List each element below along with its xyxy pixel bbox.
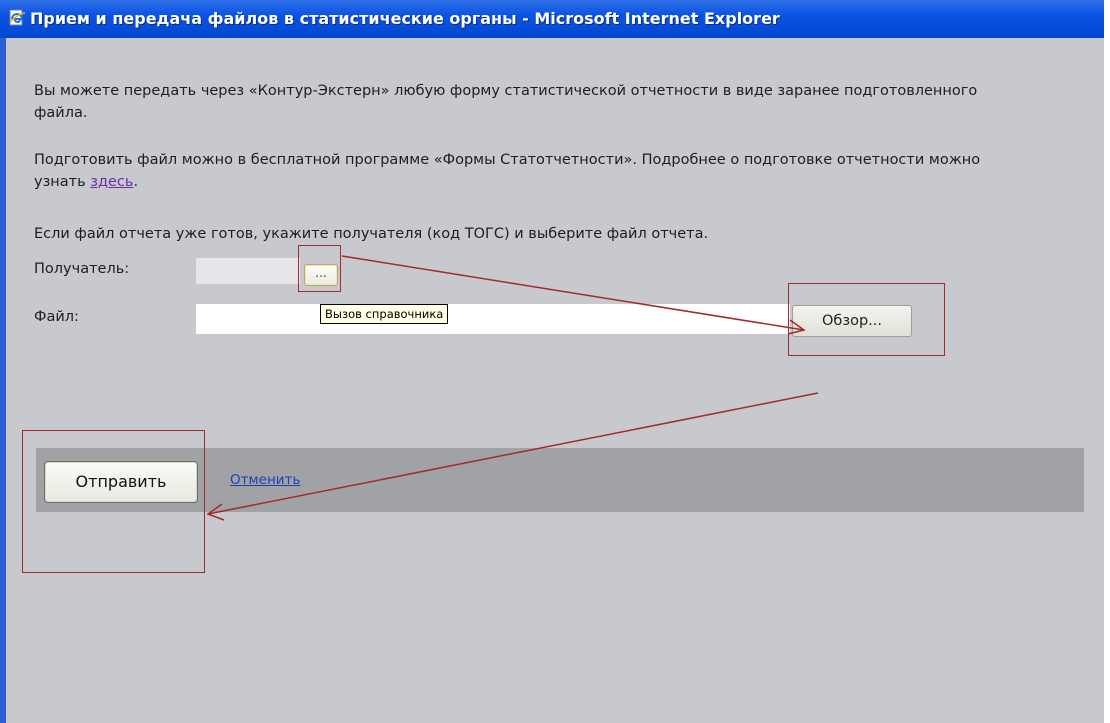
ie-page-icon [9, 9, 26, 26]
page-content [6, 38, 1104, 723]
annotation-box-browse [788, 283, 945, 356]
lookup-tooltip: Вызов справочника [320, 304, 449, 324]
annotation-box-submit [22, 430, 205, 573]
cancel-link[interactable]: Отменить [230, 472, 300, 488]
recipient-input[interactable] [196, 258, 300, 284]
title-bar[interactable]: Прием и передача файлов в статистические… [0, 0, 1104, 38]
prepare-file-text-end: . [133, 174, 139, 190]
file-input[interactable] [196, 304, 790, 334]
instruction-paragraph: Если файл отчета уже готов, укажите полу… [34, 226, 709, 242]
file-label: Файл: [34, 309, 79, 325]
intro-paragraph: Вы можете передать через «Контур-Экстерн… [34, 83, 978, 121]
recipient-label: Получатель: [34, 261, 130, 277]
annotation-box-lookup [298, 245, 341, 292]
prepare-file-paragraph: Подготовить файл можно в бесплатной прог… [34, 149, 1014, 193]
window-title: Прием и передача файлов в статистические… [30, 9, 780, 28]
prepare-file-text: Подготовить файл можно в бесплатной прог… [34, 152, 981, 190]
details-link[interactable]: здесь [90, 174, 133, 190]
